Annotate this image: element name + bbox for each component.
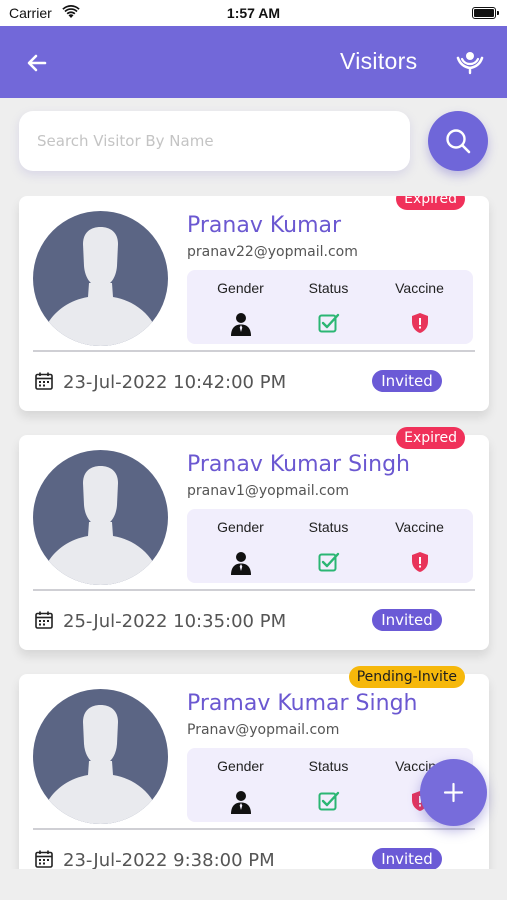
person-placeholder-icon <box>48 705 153 824</box>
check-square-icon <box>318 552 340 572</box>
person-icon <box>231 552 251 575</box>
visit-date: 25-Jul-2022 10:35:00 PM <box>63 611 287 632</box>
person-placeholder-icon <box>48 466 153 585</box>
divider <box>33 350 475 352</box>
avatar <box>33 211 168 346</box>
battery-icon <box>472 7 499 19</box>
gender-label: Gender <box>217 758 264 774</box>
check-square-icon <box>318 313 340 333</box>
divider <box>33 589 475 591</box>
status-label: Status <box>308 758 349 774</box>
status-bar: Carrier 1:57 AM <box>0 0 507 26</box>
visit-date: 23-Jul-2022 9:38:00 PM <box>63 850 275 869</box>
info-box: Gender Status Vaccine <box>187 270 473 344</box>
person-placeholder-icon <box>48 227 153 346</box>
status-badge: Expired <box>396 196 465 210</box>
visitor-card[interactable]: Expired Pranav Kumar pranav22@yopmail.co… <box>19 196 489 411</box>
invite-status-pill: Invited <box>372 609 442 631</box>
clock: 1:57 AM <box>226 5 281 21</box>
status-badge: Pending-Invite <box>348 666 465 688</box>
shield-alert-icon <box>412 313 428 333</box>
check-square-icon <box>318 791 340 811</box>
shield-alert-icon <box>412 552 428 572</box>
app-bar: Visitors <box>0 26 507 98</box>
visitor-card[interactable]: Expired Pranav Kumar Singh pranav1@yopma… <box>19 427 489 650</box>
avatar <box>33 689 168 824</box>
gender-label: Gender <box>217 519 264 535</box>
visitor-email: pranav1@yopmail.com <box>187 483 349 499</box>
vaccine-label: Vaccine <box>395 280 444 296</box>
status-badge: Expired <box>396 427 465 449</box>
invite-status-pill: Invited <box>372 370 442 392</box>
hands-logo-icon <box>456 52 484 75</box>
visitor-name: Pranav Kumar <box>187 213 342 238</box>
search-button[interactable] <box>428 111 488 171</box>
avatar <box>33 450 168 585</box>
search-input[interactable] <box>19 111 410 171</box>
back-button[interactable] <box>24 50 50 76</box>
calendar-icon <box>35 611 53 629</box>
visitor-name: Pramav Kumar Singh <box>187 691 418 716</box>
info-box: Gender Status Vaccine <box>187 509 473 583</box>
visitor-email: Pranav@yopmail.com <box>187 722 340 738</box>
visitor-card[interactable]: Pending-Invite Pramav Kumar Singh Pranav… <box>19 666 489 869</box>
add-visitor-button[interactable] <box>420 759 487 826</box>
visit-date: 23-Jul-2022 10:42:00 PM <box>63 372 287 393</box>
calendar-icon <box>35 372 53 390</box>
plus-icon <box>443 782 464 803</box>
visitor-email: pranav22@yopmail.com <box>187 244 358 260</box>
vaccine-label: Vaccine <box>395 519 444 535</box>
visitor-name: Pranav Kumar Singh <box>187 452 410 477</box>
search-icon <box>446 129 471 154</box>
search-box <box>19 111 410 171</box>
person-icon <box>231 313 251 336</box>
gender-label: Gender <box>217 280 264 296</box>
bottom-area <box>0 869 507 900</box>
calendar-icon <box>35 850 53 868</box>
person-icon <box>231 791 251 814</box>
status-label: Status <box>308 280 349 296</box>
page-title: Visitors <box>340 48 418 74</box>
divider <box>33 828 475 830</box>
invite-status-pill: Invited <box>372 848 442 869</box>
status-label: Status <box>308 519 349 535</box>
